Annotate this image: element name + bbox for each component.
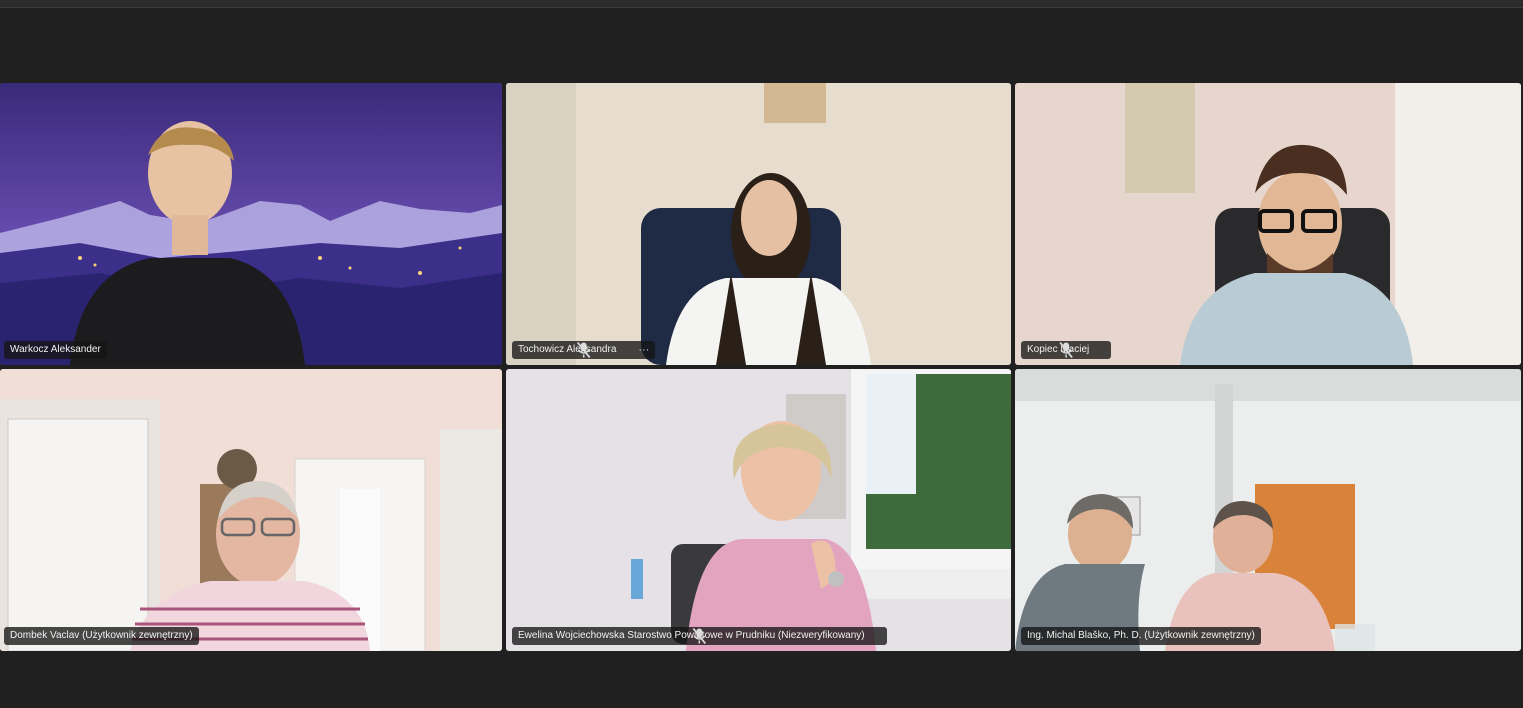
participant-video-feed <box>506 83 1011 365</box>
participant-name-tag: Ing. Michal Blaško, Ph. D. (Użytkownik z… <box>1021 627 1261 645</box>
participant-name-tag: Dombek Vaclav (Użytkownik zewnętrzny) <box>4 627 199 645</box>
mic-muted-icon <box>1059 341 1105 359</box>
video-tile-kopiec-maciej[interactable]: Kopiec Maciej <box>1015 83 1521 365</box>
participant-name-tag: Warkocz Aleksander <box>4 341 107 359</box>
video-tile-ewelina-wojciechowska[interactable]: Ewelina Wojciechowska Starostwo Powiatow… <box>506 369 1011 651</box>
participant-video-feed <box>0 83 502 365</box>
participant-video-feed <box>1015 369 1521 651</box>
participant-name-tag: Kopiec Maciej <box>1021 341 1112 359</box>
participant-name: Warkocz Aleksander <box>10 344 101 355</box>
video-tile-tochowicz-aleksandra[interactable]: Tochowicz Aleksandra ··· <box>506 83 1011 365</box>
participant-name-tag: Tochowicz Aleksandra ··· <box>512 341 656 359</box>
participant-name-tag: Ewelina Wojciechowska Starostwo Powiatow… <box>512 627 887 645</box>
video-tile-dombek-vaclav[interactable]: Dombek Vaclav (Użytkownik zewnętrzny) <box>0 369 502 651</box>
participant-video-feed <box>0 369 502 651</box>
window-top-bar <box>0 0 1523 8</box>
participant-video-feed <box>1015 83 1521 365</box>
participant-name: Ing. Michal Blaško, Ph. D. (Użytkownik z… <box>1027 630 1255 641</box>
video-tile-warkocz-aleksander[interactable]: Warkocz Aleksander <box>0 83 502 365</box>
mic-muted-icon <box>692 627 881 645</box>
participant-name: Dombek Vaclav (Użytkownik zewnętrzny) <box>10 630 193 641</box>
participant-video-feed <box>506 369 1011 651</box>
video-tile-michal-blasko[interactable]: Ing. Michal Blaško, Ph. D. (Użytkownik z… <box>1015 369 1521 651</box>
mic-muted-icon <box>576 341 632 359</box>
